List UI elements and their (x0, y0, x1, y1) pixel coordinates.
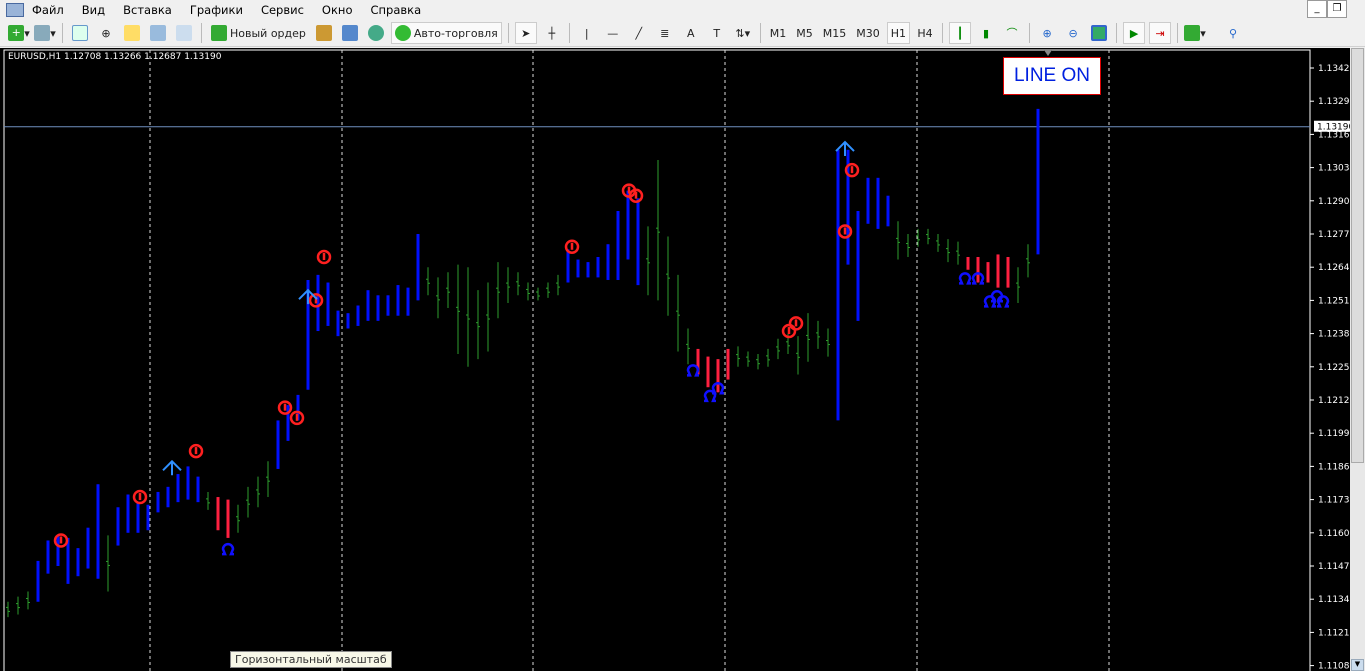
timeframe-h4[interactable]: H4 (914, 22, 936, 44)
text-tool[interactable]: A (680, 22, 702, 44)
horizontal-line-tool[interactable]: — (602, 22, 624, 44)
price-label: 1.12380 (1318, 330, 1350, 340)
text-label-tool[interactable]: T (706, 22, 728, 44)
separator (62, 23, 63, 43)
menu-help[interactable]: Справка (370, 3, 421, 17)
price-label: 1.12250 (1318, 363, 1350, 373)
metaeditor-button[interactable] (313, 22, 335, 44)
arrows-tool[interactable]: ⇅▾ (732, 22, 754, 44)
market-watch-button[interactable] (69, 22, 91, 44)
new-order-label: Новый ордер (230, 26, 306, 40)
auto-trading-button[interactable]: Авто-торговля (390, 22, 502, 44)
new-order-button[interactable]: Новый ордер (208, 22, 309, 44)
indicators-button[interactable]: ▾ (1184, 22, 1206, 44)
current-price-label: 1.13190 (1317, 123, 1350, 133)
price-label: 1.13420 (1318, 64, 1350, 74)
tester-button[interactable] (173, 22, 195, 44)
scroll-down-button[interactable]: ▼ (1351, 659, 1364, 671)
chart-frame (3, 49, 1311, 671)
price-label: 1.11470 (1318, 562, 1350, 572)
line-on-button[interactable]: LINE ON (1003, 57, 1101, 95)
crosshair-tool[interactable]: ┼ (541, 22, 563, 44)
symbol-info: EURUSD,H1 1.12708 1.13266 1.12687 1.1319… (8, 52, 222, 62)
price-label: 1.12770 (1318, 230, 1350, 240)
tooltip: Горизонтальный масштаб (230, 651, 392, 668)
autoscroll-button[interactable]: ▶ (1123, 22, 1146, 44)
tile-windows-button[interactable] (1088, 22, 1110, 44)
terminal-button[interactable] (147, 22, 169, 44)
separator (759, 23, 761, 43)
crosshair-icon[interactable]: ⊕ (95, 22, 117, 44)
separator (1116, 23, 1118, 43)
trendline-tool[interactable]: ╱ (628, 22, 650, 44)
menu-tools[interactable]: Сервис (261, 3, 304, 17)
candlestick-button[interactable]: ▮ (975, 22, 997, 44)
new-chart-button[interactable]: + ▾ (8, 22, 30, 44)
menu-bar: Файл Вид Вставка Графики Сервис Окно Спр… (0, 0, 1365, 19)
toolbar: + ▾ ▾ ⊕ Новый ордер Авто-торговля ➤ ┼ | —… (0, 20, 1365, 47)
price-label: 1.12900 (1318, 197, 1350, 207)
price-label: 1.11210 (1318, 628, 1350, 638)
chart-shift-button[interactable]: ⇥ (1149, 22, 1172, 44)
profiles-button[interactable]: ▾ (34, 22, 56, 44)
signals-button[interactable] (365, 22, 387, 44)
zoom-in-button[interactable]: ⊕ (1036, 22, 1058, 44)
minimize-button[interactable]: _ (1307, 0, 1327, 18)
price-label: 1.12120 (1318, 396, 1350, 406)
price-label: 1.11080 (1318, 662, 1350, 671)
menu-charts[interactable]: Графики (190, 3, 243, 17)
fibonacci-tool[interactable]: ≣ (654, 22, 676, 44)
timeframe-m1[interactable]: M1 (767, 22, 790, 44)
navigator-button[interactable] (121, 22, 143, 44)
price-label: 1.11860 (1318, 462, 1350, 472)
price-label: 1.11990 (1318, 429, 1350, 439)
experts-button[interactable] (339, 22, 361, 44)
scrollbar-thumb[interactable] (1351, 48, 1364, 463)
buy-signal-icon (958, 272, 972, 285)
buy-signal-icon (221, 542, 235, 556)
price-label: 1.12640 (1318, 263, 1350, 273)
vertical-line-tool[interactable]: | (576, 22, 598, 44)
menu-insert[interactable]: Вставка (123, 3, 172, 17)
auto-trading-icon (394, 25, 411, 41)
search-icon[interactable]: ⚲ (1222, 22, 1244, 44)
price-label: 1.11340 (1318, 595, 1350, 605)
menu-window[interactable]: Окно (322, 3, 353, 17)
timeframe-m5[interactable]: M5 (793, 22, 816, 44)
menu-file[interactable]: Файл (32, 3, 64, 17)
separator (942, 23, 944, 43)
price-chart: 1.134201.132901.131601.130301.129001.127… (3, 49, 1350, 671)
separator (507, 23, 509, 43)
new-order-icon (211, 25, 227, 41)
buy-signal-icon (686, 364, 700, 377)
price-label: 1.13030 (1318, 164, 1350, 174)
timeframe-m15[interactable]: M15 (820, 22, 850, 44)
separator (201, 23, 202, 43)
cursor-tool[interactable]: ➤ (514, 22, 537, 44)
chart-shift-marker (1044, 50, 1052, 56)
app-icon (6, 2, 24, 17)
arrow-up-icon (298, 288, 318, 305)
restore-button[interactable]: ❐ (1327, 0, 1347, 18)
timeframe-m30[interactable]: M30 (853, 22, 883, 44)
separator (568, 23, 570, 43)
line-chart-button[interactable]: ⌒ (1001, 22, 1023, 44)
bar-chart-button[interactable]: ┃ (949, 22, 972, 44)
separator (1177, 23, 1179, 43)
vertical-scrollbar[interactable]: ▼ (1350, 48, 1365, 671)
separator (1029, 23, 1031, 43)
chart-area[interactable]: 1.134201.132901.131601.130301.129001.127… (0, 48, 1350, 671)
auto-trading-label: Авто-торговля (413, 26, 498, 40)
price-label: 1.11600 (1318, 529, 1350, 539)
price-label: 1.13290 (1318, 97, 1350, 107)
price-label: 1.12510 (1318, 296, 1350, 306)
price-label: 1.11730 (1318, 496, 1350, 506)
timeframe-h1[interactable]: H1 (886, 22, 911, 44)
zoom-out-button[interactable]: ⊖ (1062, 22, 1084, 44)
menu-view[interactable]: Вид (82, 3, 105, 17)
arrow-up-icon (162, 459, 182, 476)
